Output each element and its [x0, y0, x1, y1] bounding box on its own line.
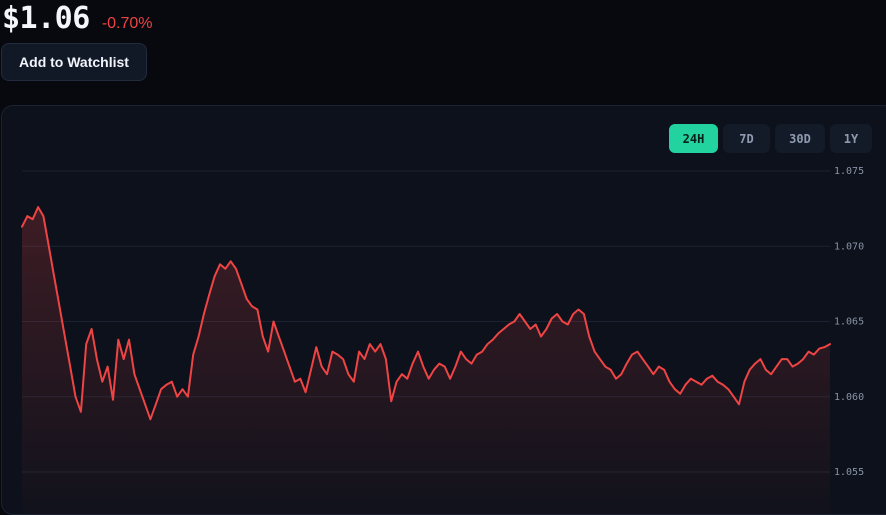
tab-1y[interactable]: 1Y — [830, 124, 872, 153]
tab-7d[interactable]: 7D — [723, 124, 770, 153]
y-tick-label: 1.075 — [834, 166, 864, 177]
y-tick-label: 1.065 — [834, 317, 864, 328]
y-axis-ticks: 1.075 1.070 1.065 1.060 1.055 — [834, 166, 864, 478]
price-chart-card: 1.075 1.070 1.065 1.060 1.055 24H 7D 30D 1Y — [1, 105, 886, 515]
add-to-watchlist-button[interactable]: Add to Watchlist — [1, 43, 147, 81]
y-tick-label: 1.055 — [834, 467, 864, 478]
price-chart[interactable]: 1.075 1.070 1.065 1.060 1.055 — [2, 106, 886, 515]
price-header: $1.06 -0.70% — [2, 0, 153, 38]
tab-24h[interactable]: 24H — [669, 124, 718, 153]
current-price: $1.06 — [2, 1, 90, 36]
y-tick-label: 1.070 — [834, 241, 864, 252]
y-tick-label: 1.060 — [834, 392, 864, 403]
price-area-fill — [22, 207, 830, 514]
price-change-percent: -0.70% — [101, 15, 153, 32]
time-range-tabs: 24H 7D 30D 1Y — [669, 124, 872, 153]
tab-30d[interactable]: 30D — [775, 124, 825, 153]
